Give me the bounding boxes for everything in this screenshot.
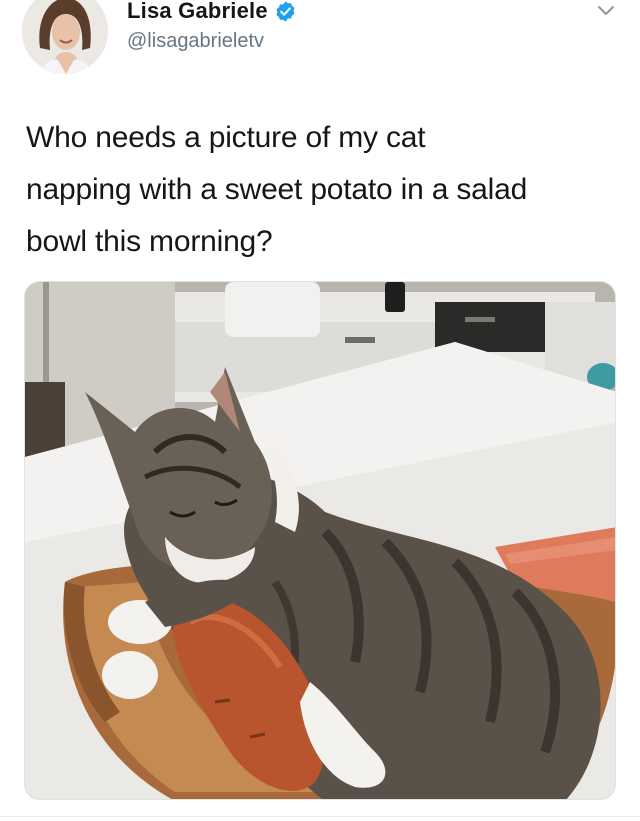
tweet-media-image[interactable] [24,281,616,800]
verified-badge-icon [274,0,297,23]
tweet-text-line: bowl this morning? [26,225,273,258]
tweet-card: Lisa Gabriele @lisagabrieletv Who needs … [0,0,640,821]
author-handle[interactable]: @lisagabrieletv [127,30,264,53]
author-display-name[interactable]: Lisa Gabriele [127,0,268,24]
cat-photo-icon [25,282,615,799]
tweet-text-line: Who needs a picture of my cat [26,121,426,154]
author-avatar[interactable] [22,0,108,74]
author-name-row[interactable]: Lisa Gabriele [127,0,297,26]
tweet-text: Who needs a picture of my cat napping wi… [26,112,626,268]
tweet-text-line: napping with a sweet potato in a salad [26,173,528,206]
chevron-down-icon[interactable] [596,4,616,18]
avatar-photo-icon [22,0,108,74]
divider [0,816,640,817]
